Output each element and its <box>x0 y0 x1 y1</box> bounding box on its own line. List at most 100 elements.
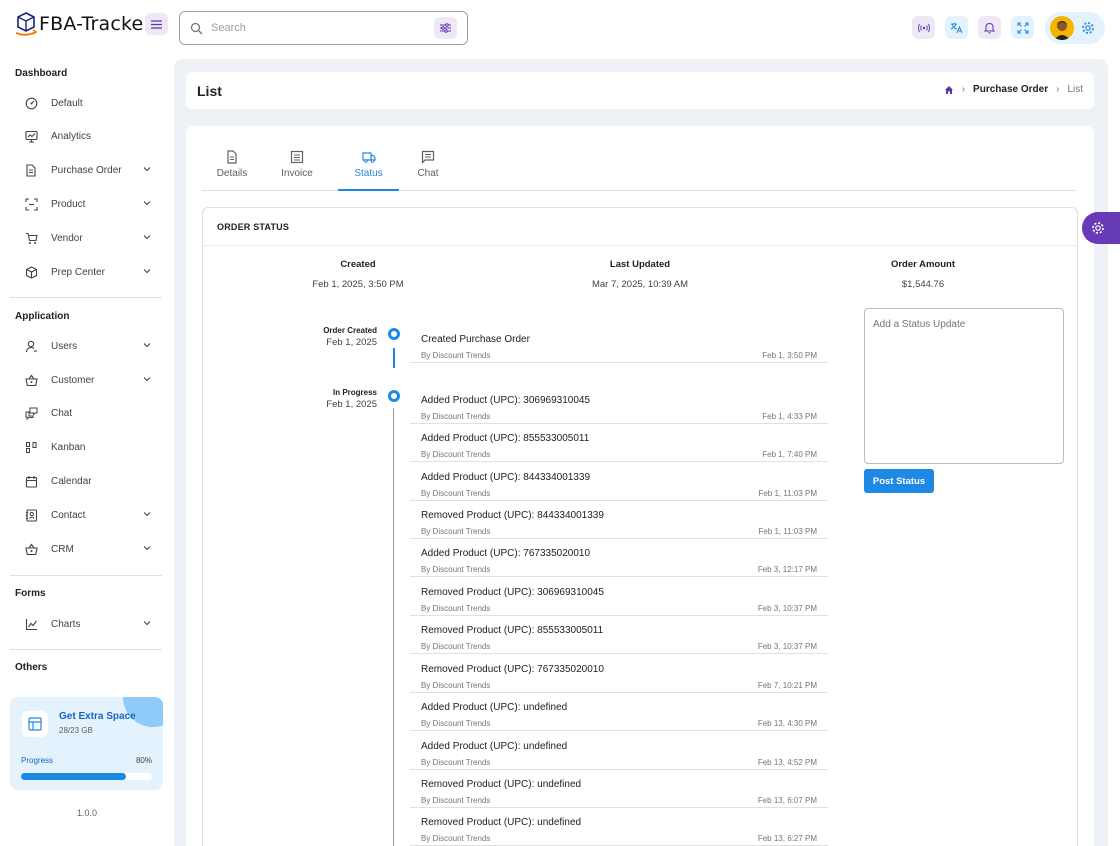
entry-time: Feb 1, 11:03 PM <box>758 489 817 498</box>
sidebar-item-users[interactable]: Users <box>24 334 159 358</box>
summary-value: Mar 7, 2025, 10:39 AM <box>591 279 689 290</box>
entry-title: Removed Product (UPC): 844334001339 <box>421 510 604 521</box>
contact-icon <box>25 508 37 522</box>
entry-author: By Discount Trends <box>421 719 491 728</box>
entry-author: By Discount Trends <box>421 450 491 459</box>
entry-author: By Discount Trends <box>421 681 491 690</box>
entry-title: Added Product (UPC): 844334001339 <box>421 472 591 483</box>
timeline-line <box>393 408 394 846</box>
extra-space-card[interactable]: Get Extra Space 28/23 GB Progress 80% <box>10 697 163 790</box>
chevron-down-icon <box>143 512 151 517</box>
sidebar-item-label: Purchase Order <box>51 164 122 176</box>
breadcrumb-current: List <box>1067 84 1083 95</box>
profile-menu[interactable] <box>1045 12 1105 44</box>
sidebar-item-label: CRM <box>51 543 74 555</box>
entry-time: Feb 13, 4:52 PM <box>757 758 817 767</box>
breadcrumb-purchase-order[interactable]: Purchase Order <box>973 84 1048 95</box>
sidebar-item-calendar[interactable]: Calendar <box>24 469 159 493</box>
page-header: List › Purchase Order › List <box>186 72 1094 109</box>
sidebar-section-others: Others <box>15 662 48 673</box>
entry-time: Feb 3, 10:37 PM <box>757 642 817 651</box>
sidebar-item-kanban[interactable]: Kanban <box>24 435 159 459</box>
sidebar-item-contact[interactable]: Contact <box>24 503 159 527</box>
promo-storage: 28/23 GB <box>59 726 93 735</box>
chevron-down-icon <box>143 201 151 206</box>
sidebar-divider <box>10 297 162 298</box>
calendar-icon <box>25 475 37 488</box>
timeline-entry: Removed Product (UPC): 844334001339 By Di… <box>410 501 828 539</box>
timeline-line <box>393 348 395 368</box>
kanban-icon <box>25 441 36 453</box>
sidebar-item-product[interactable]: Product <box>24 192 159 216</box>
sidebar-item-default[interactable]: Default <box>24 91 159 115</box>
sidebar-item-crm[interactable]: CRM <box>24 537 159 561</box>
chevron-down-icon <box>143 269 151 274</box>
timeline-group-label: In Progress <box>332 388 377 397</box>
invoice-icon <box>290 150 304 164</box>
timeline-dot <box>388 328 400 340</box>
barcode-icon <box>24 197 38 211</box>
live-button[interactable] <box>912 16 935 39</box>
search-icon <box>190 22 203 34</box>
search-filter-button[interactable] <box>434 17 457 39</box>
tab-label: Details <box>216 168 248 179</box>
app-logo[interactable]: FBA-Tracker <box>14 11 151 37</box>
chevron-down-icon <box>143 235 151 240</box>
menu-toggle-button[interactable] <box>145 13 168 35</box>
crm-icon <box>24 543 38 555</box>
entry-time: Feb 13, 6:27 PM <box>757 834 817 843</box>
sidebar-divider <box>10 575 162 576</box>
language-button[interactable] <box>945 16 968 39</box>
sidebar-item-label: Analytics <box>51 130 92 142</box>
sidebar-item-label: Product <box>51 198 86 210</box>
sidebar-item-label: Kanban <box>51 441 86 453</box>
timeline-entry: Added Product (UPC): undefined By Discoun… <box>410 693 828 731</box>
search-bar <box>179 11 468 45</box>
tab-invoice[interactable]: Invoice <box>275 146 319 191</box>
chart-icon <box>25 618 37 630</box>
sidebar-item-analytics[interactable]: Analytics <box>24 124 159 148</box>
tab-label: Status <box>354 168 383 179</box>
post-status-button[interactable]: Post Status <box>864 469 934 493</box>
notifications-button[interactable] <box>978 16 1001 39</box>
home-icon[interactable] <box>944 85 954 95</box>
settings-fab[interactable] <box>1082 212 1120 244</box>
entry-time: Feb 1, 3:50 PM <box>762 351 817 360</box>
message-icon <box>421 150 435 164</box>
sidebar-item-label: Vendor <box>51 232 83 244</box>
app-version: 1.0.0 <box>76 808 98 818</box>
tab-details[interactable]: Details <box>215 146 249 191</box>
tab-chat[interactable]: Chat <box>410 146 446 191</box>
sidebar-item-prep-center[interactable]: Prep Center <box>24 260 159 284</box>
timeline-group-order-created: Order Created Feb 1, 2025 <box>277 326 377 348</box>
status-update-textarea[interactable] <box>864 308 1064 464</box>
entry-title: Added Product (UPC): undefined <box>421 702 568 713</box>
sidebar-item-label: Prep Center <box>51 266 105 278</box>
broadcast-icon <box>917 23 930 32</box>
dashboard-icon <box>25 97 37 109</box>
sidebar-item-customer[interactable]: Customer <box>24 368 159 392</box>
fullscreen-button[interactable] <box>1011 16 1034 39</box>
app-name: FBA-Tracker <box>39 13 152 35</box>
sidebar-item-chat[interactable]: Chat <box>24 401 159 425</box>
promo-title: Get Extra Space <box>59 711 136 722</box>
sidebar-item-vendor[interactable]: Vendor <box>24 226 159 250</box>
document-icon <box>227 150 237 164</box>
timeline-entry: Added Product (UPC): 844334001339 By Disc… <box>410 463 828 501</box>
gear-icon <box>1082 22 1094 34</box>
entry-title: Removed Product (UPC): undefined <box>421 817 582 828</box>
fullscreen-icon <box>1017 22 1028 33</box>
entry-author: By Discount Trends <box>421 489 491 498</box>
breadcrumb-separator: › <box>1056 84 1060 95</box>
entry-author: By Discount Trends <box>421 351 491 360</box>
entry-author: By Discount Trends <box>421 565 491 574</box>
sidebar-item-label: Chat <box>51 407 73 419</box>
page-title: List <box>197 83 222 99</box>
entry-title: Removed Product (UPC): 306969310045 <box>421 587 604 598</box>
tab-status[interactable]: Status <box>338 146 399 191</box>
sidebar-item-purchase-order[interactable]: Purchase Order <box>24 158 159 182</box>
sidebar-item-charts[interactable]: Charts <box>24 612 159 636</box>
entry-author: By Discount Trends <box>421 642 491 651</box>
entry-time: Feb 1, 4:33 PM <box>762 412 817 421</box>
search-input[interactable] <box>211 22 431 34</box>
